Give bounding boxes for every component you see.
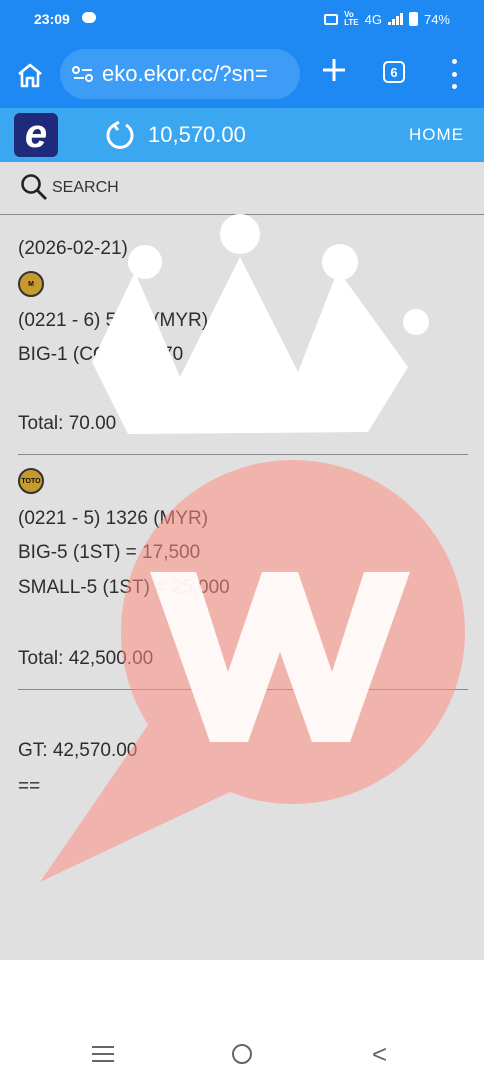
search-label[interactable]: SEARCH (52, 179, 119, 197)
ticket-date: (2026-02-21) (18, 238, 128, 259)
group-total: Total: 70.00 (18, 413, 117, 434)
battery-percent: 74% (423, 11, 450, 27)
search-row[interactable]: SEARCH (0, 162, 484, 215)
grand-total: GT: 42,570.00 (18, 740, 138, 761)
site-settings-icon[interactable] (72, 65, 94, 83)
bet-line: BIG-1 (CONS) = 70 (18, 344, 184, 365)
bet-line: SMALL-5 (1ST) = 25,000 (18, 577, 230, 598)
refresh-icon[interactable] (104, 120, 136, 152)
browser-toolbar: eko.ekor.cc/?sn= 6 (0, 40, 484, 108)
vibrate-icon (324, 13, 339, 25)
system-nav-bar: < (0, 960, 484, 1080)
divider (18, 689, 468, 690)
home-icon[interactable] (16, 62, 44, 88)
account-balance: 10,570.00 (148, 122, 246, 147)
divider (18, 454, 468, 455)
battery-icon (408, 12, 418, 26)
toto-logo: TOTO (18, 468, 44, 494)
home-link[interactable]: HOME (409, 125, 464, 145)
new-tab-button[interactable] (320, 56, 348, 88)
draw-line: (0221 - 5) 1326 (MYR) (18, 508, 209, 529)
status-time: 23:09 (34, 11, 70, 27)
draw-line: (0221 - 6) 5668 (MYR) (18, 310, 209, 331)
more-vert-icon[interactable] (446, 59, 462, 89)
end-marker: == (18, 776, 41, 797)
volte-icon: Vo LTE (344, 10, 359, 27)
plus-icon (323, 59, 345, 81)
app-header: e 10,570.00 HOME (0, 108, 484, 162)
home-circle-icon[interactable] (232, 1044, 252, 1064)
app-logo[interactable]: e (14, 113, 58, 157)
ticket-content: SEARCH (2026-02-21) M (0221 - 6) 5668 (M… (0, 162, 484, 960)
status-indicators: Vo LTE 4G 74% (324, 11, 450, 27)
magnum-logo: M (18, 271, 44, 297)
tab-switcher-button[interactable]: 6 (383, 61, 405, 83)
network-type: 4G (364, 11, 382, 27)
signal-icon (387, 13, 403, 25)
bet-line: BIG-5 (1ST) = 17,500 (18, 542, 201, 563)
recents-icon[interactable] (92, 1046, 114, 1062)
status-bar: 23:09 Vo LTE 4G 74% (0, 0, 484, 40)
url-text: eko.ekor.cc/?sn= (102, 61, 268, 86)
address-bar[interactable]: eko.ekor.cc/?sn= (60, 49, 300, 99)
group-total: Total: 42,500.00 (18, 648, 154, 669)
chat-notification-icon (82, 12, 96, 23)
search-icon[interactable] (20, 173, 48, 201)
back-icon[interactable]: < (372, 1041, 387, 1067)
